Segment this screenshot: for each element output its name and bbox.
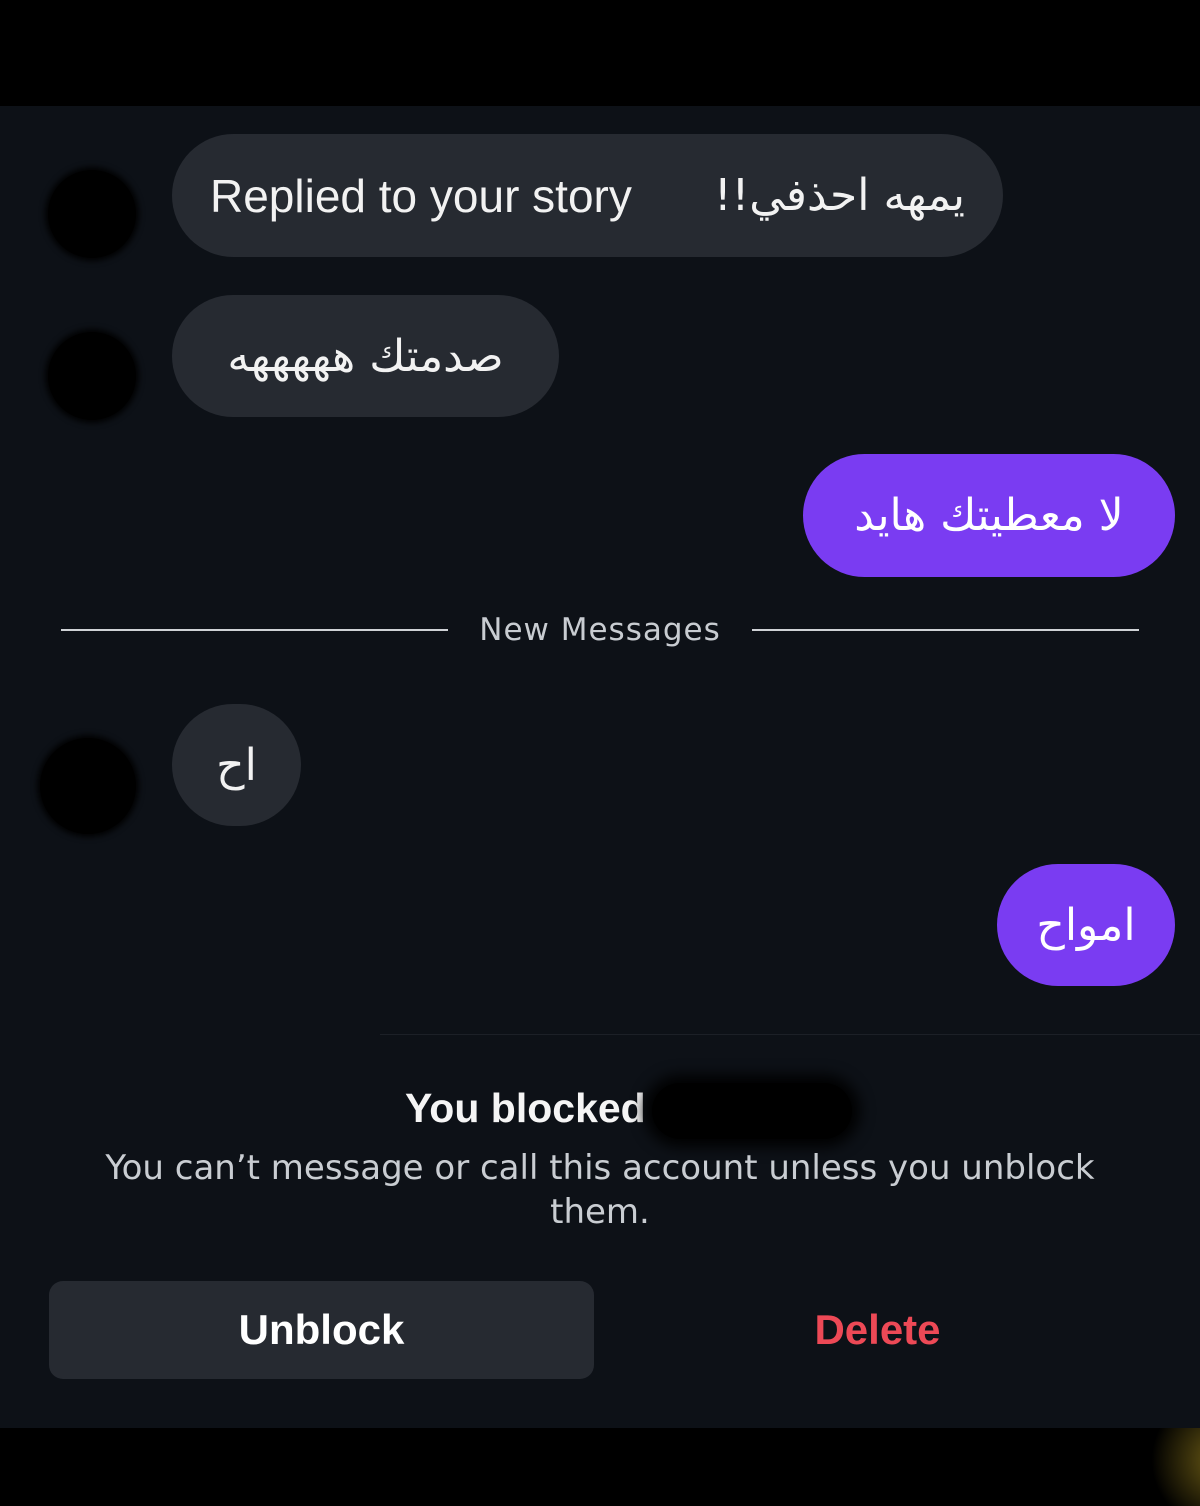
bottom-bar: [0, 1428, 1200, 1506]
divider-line-right: [752, 629, 1139, 631]
message-text: امواح: [1036, 899, 1136, 951]
message-text: اح: [216, 739, 257, 791]
message-bubble-incoming[interactable]: اح: [172, 704, 301, 826]
blocked-title: You blocked: [405, 1085, 646, 1131]
separator: [380, 1034, 1200, 1035]
blocked-description: You can’t message or call this account u…: [105, 1148, 1095, 1232]
redacted-username: [652, 1083, 852, 1139]
message-bubble-incoming[interactable]: صدمتك هههههه: [172, 295, 559, 417]
message-text: يمهه احذفي!!: [713, 170, 965, 221]
message-bubble-outgoing[interactable]: امواح: [997, 864, 1175, 986]
status-bar-area: [0, 0, 1200, 106]
message-bubble-outgoing[interactable]: لا معطيتك هايد: [803, 454, 1175, 577]
story-reply-label: Replied to your story: [210, 169, 632, 222]
avatar[interactable]: [48, 170, 136, 258]
decorative-glow: [1150, 1428, 1200, 1506]
story-reply-bubble[interactable]: Replied to your story يمهه احذفي!!: [172, 134, 1003, 257]
avatar[interactable]: [48, 332, 136, 420]
unblock-button[interactable]: Unblock: [49, 1281, 594, 1379]
message-text: صدمتك هههههه: [227, 330, 504, 382]
delete-button[interactable]: Delete: [700, 1281, 1055, 1379]
message-text: لا معطيتك هايد: [854, 490, 1124, 541]
avatar[interactable]: [40, 738, 136, 834]
